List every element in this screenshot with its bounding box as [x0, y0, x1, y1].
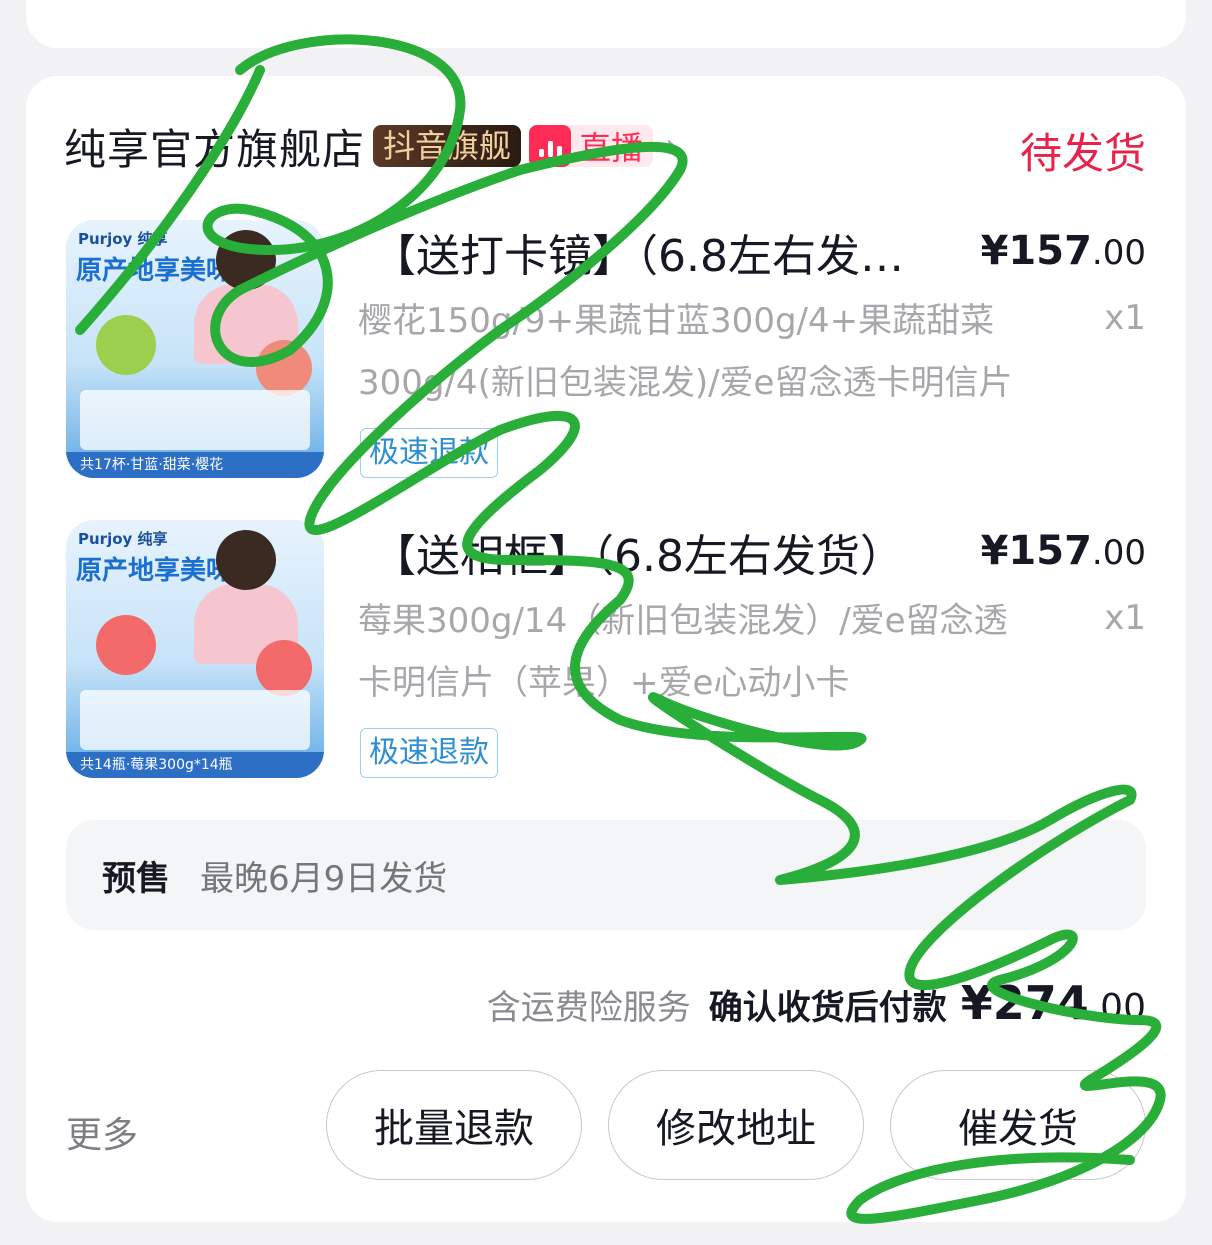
previous-card	[26, 0, 1186, 48]
order-status: 待发货	[1019, 129, 1146, 178]
thumb-gifts	[80, 390, 310, 450]
product-thumbnail[interactable]: Purjoy 纯享 原产地享美味 共17杯·甘蓝·甜菜·樱花	[66, 220, 324, 478]
thumb-footer: 共17杯·甘蓝·甜菜·樱花	[66, 452, 324, 478]
thumb-figure-head	[216, 230, 276, 290]
product-quantity: x1	[1104, 298, 1146, 338]
order-total: 含运费险服务 确认收货后付款 ¥274.00	[487, 976, 1146, 1030]
product-title[interactable]: 【送相框】（6.8左右发货）	[372, 520, 932, 584]
guava-image	[256, 340, 312, 396]
store-header[interactable]: 纯享官方旗舰店 抖音旗舰 直播 ›	[64, 116, 679, 176]
thumb-slogan: 原产地享美味	[76, 556, 233, 586]
thumb-brand: Purjoy 纯享	[78, 530, 168, 548]
live-badge[interactable]: 直播	[529, 125, 654, 167]
product-thumbnail[interactable]: Purjoy 纯享 原产地享美味 共14瓶·莓果300g*14瓶	[66, 520, 324, 778]
product-title[interactable]: 【送打卡镜】（6.8左右发货）	[372, 220, 932, 284]
insurance-note: 含运费险服务	[486, 988, 691, 1028]
chevron-right-icon[interactable]: ›	[665, 126, 679, 166]
change-address-button[interactable]: 修改地址	[608, 1070, 864, 1180]
more-link[interactable]: 更多	[66, 1106, 138, 1158]
urge-shipping-button[interactable]: 催发货	[890, 1070, 1146, 1180]
presale-label: 预售	[102, 858, 170, 899]
thumb-slogan: 原产地享美味	[76, 256, 233, 286]
presale-date: 最晚6月9日发货	[200, 858, 448, 899]
fast-refund-tag: 极速退款	[360, 728, 498, 778]
thumb-gifts	[80, 690, 310, 750]
payment-mode: 确认收货后付款	[708, 988, 947, 1028]
strawberry-image	[256, 640, 312, 696]
product-item[interactable]: Purjoy 纯享 原产地享美味 共14瓶·莓果300g*14瓶 【送相框】（6…	[66, 520, 1146, 782]
thumb-brand: Purjoy 纯享	[78, 230, 168, 248]
product-spec: 莓果300g/14（新旧包装混发）/爱e留念透卡明信片（苹果）+爱e心动小卡	[358, 601, 1008, 703]
thumb-figure-head	[216, 530, 276, 590]
strawberry-image	[96, 615, 156, 675]
product-spec: 樱花150g/9+果蔬甘蓝300g/4+果蔬甜菜300g/4(新旧包装混发)/爱…	[358, 301, 1013, 403]
fast-refund-tag: 极速退款	[360, 428, 498, 478]
live-icon	[529, 125, 572, 167]
total-amount: ¥274.00	[960, 976, 1146, 1030]
live-badge-label: 直播	[579, 129, 644, 167]
flagship-badge: 抖音旗舰	[373, 125, 522, 167]
batch-refund-button[interactable]: 批量退款	[326, 1070, 582, 1180]
product-price: ¥157.00	[980, 528, 1146, 574]
product-price: ¥157.00	[980, 228, 1146, 274]
product-quantity: x1	[1104, 598, 1146, 638]
product-item[interactable]: Purjoy 纯享 原产地享美味 共17杯·甘蓝·甜菜·樱花 【送打卡镜】（6.…	[66, 220, 1146, 482]
order-card[interactable]: 纯享官方旗舰店 抖音旗舰 直播 › 待发货 Purjoy 纯享 原产地享美味 共…	[26, 76, 1186, 1222]
apple-image	[96, 315, 156, 375]
thumb-footer: 共14瓶·莓果300g*14瓶	[66, 752, 324, 778]
presale-notice: 预售 最晚6月9日发货	[66, 820, 1146, 930]
store-name[interactable]: 纯享官方旗舰店	[64, 116, 365, 177]
